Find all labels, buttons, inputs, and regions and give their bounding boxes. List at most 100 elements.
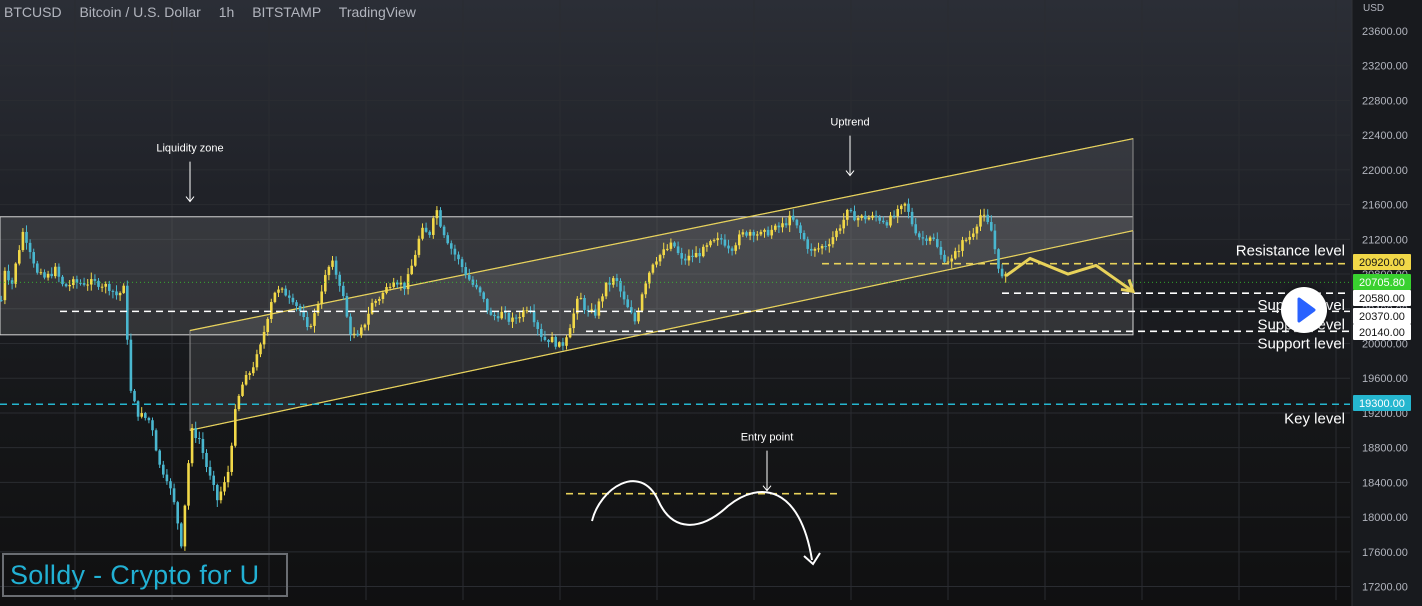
candle xyxy=(82,283,86,285)
candle xyxy=(432,218,435,235)
candle xyxy=(921,237,925,239)
price-chart[interactable]: Resistance levelSupport levelSupport lev… xyxy=(0,0,1422,606)
symbol-name: Bitcoin / U.S. Dollar xyxy=(79,4,201,20)
candle xyxy=(162,464,165,475)
candle xyxy=(828,244,831,247)
candle xyxy=(154,430,158,451)
candle xyxy=(122,285,125,293)
candle xyxy=(745,232,748,236)
candle xyxy=(396,282,399,285)
candle xyxy=(100,286,104,288)
candle xyxy=(565,337,568,346)
candle xyxy=(824,245,827,247)
candle xyxy=(792,215,795,220)
candle xyxy=(518,317,521,319)
candle xyxy=(410,265,413,275)
candle xyxy=(633,312,637,322)
candle xyxy=(489,310,493,315)
candle xyxy=(874,215,878,218)
candle xyxy=(356,333,359,336)
candle xyxy=(259,344,262,355)
candle xyxy=(723,239,727,246)
price-tick-label: 23600.00 xyxy=(1362,26,1408,38)
candle xyxy=(817,248,820,250)
candle xyxy=(910,211,914,225)
candle xyxy=(464,267,467,275)
candle xyxy=(756,234,759,236)
candle xyxy=(907,203,910,212)
candle xyxy=(687,255,691,261)
candle xyxy=(871,215,874,218)
candle xyxy=(90,279,93,285)
candle xyxy=(46,273,50,278)
candle xyxy=(133,390,136,402)
candle xyxy=(608,282,611,285)
candle xyxy=(720,238,723,240)
candle xyxy=(810,248,813,251)
candle xyxy=(262,331,266,345)
candle xyxy=(864,215,867,220)
candle xyxy=(594,309,597,316)
candle xyxy=(957,250,961,252)
price-tick-label: 19600.00 xyxy=(1362,373,1408,385)
candle xyxy=(979,215,982,227)
candle xyxy=(813,248,817,251)
candle xyxy=(349,316,352,335)
candle xyxy=(7,270,10,281)
candle xyxy=(475,284,478,288)
candle xyxy=(882,220,885,223)
candle xyxy=(896,209,899,217)
candle xyxy=(885,222,889,226)
candle xyxy=(928,237,932,241)
candle xyxy=(547,339,550,343)
price-tick-label: 21600.00 xyxy=(1362,200,1408,212)
candle xyxy=(939,246,943,255)
candle xyxy=(1000,268,1004,277)
candle xyxy=(198,438,201,440)
candle xyxy=(414,254,417,266)
price-tag-label: 20705.80 xyxy=(1359,277,1405,289)
candle xyxy=(860,215,863,218)
candle xyxy=(680,253,683,259)
candle xyxy=(176,502,179,524)
candle xyxy=(363,324,367,328)
candle xyxy=(28,242,32,253)
candle xyxy=(604,282,608,297)
chart-interval[interactable]: 1h xyxy=(219,4,235,20)
candle xyxy=(684,258,687,261)
candle xyxy=(280,288,284,290)
candle xyxy=(187,463,190,506)
candle xyxy=(97,280,100,287)
candle xyxy=(795,219,799,226)
candle xyxy=(338,274,341,286)
candle xyxy=(990,222,993,231)
candle xyxy=(486,298,489,311)
candle xyxy=(248,373,251,375)
price-tick-label: 17600.00 xyxy=(1362,547,1408,559)
candle xyxy=(932,237,935,239)
candle xyxy=(802,232,806,240)
candle xyxy=(320,291,323,305)
candle xyxy=(514,317,518,319)
annotation-label: Liquidity zone xyxy=(156,143,223,155)
candle xyxy=(500,311,503,319)
candle xyxy=(536,322,539,329)
chart-area[interactable]: Resistance levelSupport levelSupport lev… xyxy=(0,0,1422,606)
candle xyxy=(853,211,856,221)
play-button[interactable] xyxy=(1281,287,1327,333)
candle xyxy=(381,292,385,299)
price-tick-label: 22400.00 xyxy=(1362,130,1408,142)
candle xyxy=(399,282,403,285)
candle xyxy=(975,226,979,234)
candle xyxy=(57,266,61,277)
candle xyxy=(306,317,309,327)
candle xyxy=(93,279,97,281)
symbol-ticker[interactable]: BTCUSD xyxy=(4,4,62,20)
candle xyxy=(543,336,547,340)
candle xyxy=(18,250,21,264)
candle xyxy=(219,491,223,501)
candle xyxy=(244,374,248,385)
annotation-label: Uptrend xyxy=(830,117,869,129)
candle xyxy=(406,274,410,290)
price-tag-label: 20370.00 xyxy=(1359,311,1405,323)
